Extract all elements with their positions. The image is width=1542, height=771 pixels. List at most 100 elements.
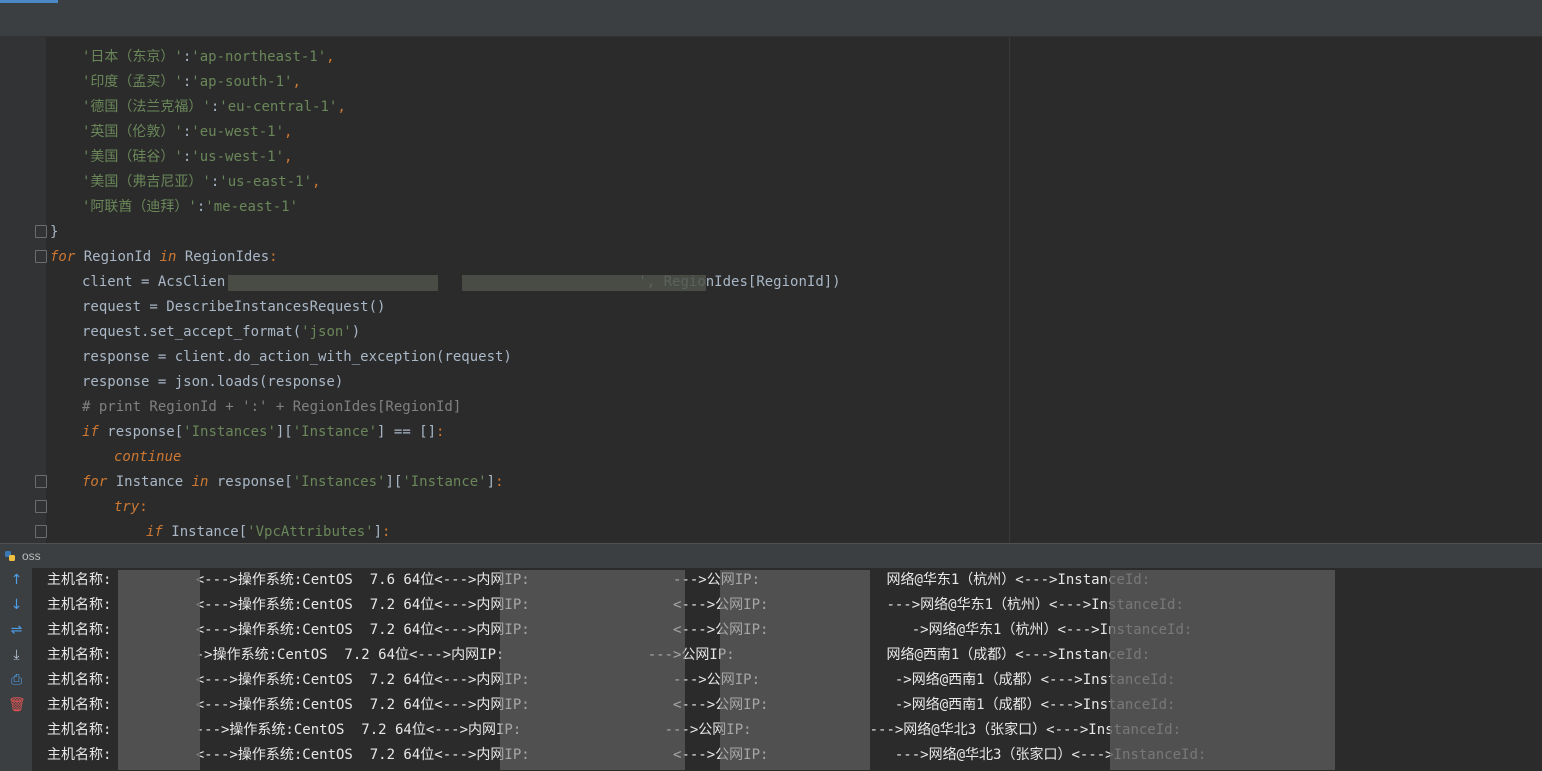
redaction-block bbox=[118, 570, 200, 770]
code-editor[interactable]: '日本（东京）':'ap-northeast-1', '印度（孟买）':'ap-s… bbox=[0, 37, 1542, 543]
code-token: , bbox=[292, 74, 301, 90]
code-line: request.set_accept_format('json') bbox=[82, 320, 360, 345]
code-line: '日本（东京）':'ap-northeast-1', bbox=[82, 45, 335, 70]
code-token: , bbox=[337, 99, 346, 115]
code-token: Instance[ bbox=[162, 524, 248, 540]
fold-marker[interactable] bbox=[35, 225, 47, 238]
code-line: request = DescribeInstancesRequest() bbox=[82, 295, 385, 320]
code-line: '德国（法兰克福）':'eu-central-1', bbox=[82, 95, 346, 120]
code-token: try bbox=[114, 499, 140, 515]
code-token: RegionId bbox=[75, 249, 160, 265]
code-token: , bbox=[284, 124, 293, 140]
code-token: if bbox=[82, 424, 99, 440]
code-line: if response['Instances']['Instance'] == … bbox=[82, 420, 444, 445]
fold-marker[interactable] bbox=[35, 250, 47, 263]
code-line: } bbox=[50, 220, 58, 245]
code-token: : bbox=[436, 424, 445, 440]
fold-marker[interactable] bbox=[35, 525, 47, 538]
run-console-header: oss bbox=[0, 543, 1542, 568]
code-token: 'ap-south-1' bbox=[191, 74, 293, 90]
code-line: '印度（孟买）':'ap-south-1', bbox=[82, 70, 301, 95]
code-token: '英国（伦敦）' bbox=[82, 124, 183, 140]
run-config-name[interactable]: oss bbox=[22, 549, 41, 563]
code-line: # print RegionId + ':' + RegionIdes[Regi… bbox=[82, 395, 461, 420]
code-token: 'us-east-1' bbox=[219, 174, 313, 190]
code-line: '美国（弗吉尼亚）':'us-east-1', bbox=[82, 170, 320, 195]
code-token: '阿联酋（迪拜）' bbox=[82, 199, 197, 215]
code-token: 'json' bbox=[301, 324, 352, 340]
code-line: '英国（伦敦）':'eu-west-1', bbox=[82, 120, 292, 145]
code-line: try: bbox=[114, 495, 148, 520]
code-token: : bbox=[495, 474, 504, 490]
code-token: RegionIdes bbox=[176, 249, 270, 265]
down-arrow-icon[interactable]: ↓ bbox=[8, 597, 25, 614]
code-token: response[ bbox=[98, 424, 184, 440]
code-line: continue bbox=[114, 445, 181, 470]
code-token: for bbox=[82, 474, 108, 490]
code-token: '德国（法兰克福）' bbox=[82, 99, 211, 115]
trash-icon[interactable]: 🗑 bbox=[8, 697, 26, 714]
redaction-block bbox=[500, 570, 685, 770]
code-token: 'Instances' bbox=[292, 474, 386, 490]
right-margin-guide bbox=[1009, 37, 1010, 543]
code-token: 'Instances' bbox=[183, 424, 276, 440]
fold-marker[interactable] bbox=[35, 500, 47, 513]
console-toolbar: ↑ ↓ ⇌ ⤓ ⎙ 🗑 bbox=[0, 568, 32, 771]
code-token: 'me-east-1' bbox=[205, 199, 299, 215]
redacted-secret-key bbox=[462, 275, 706, 291]
code-token: , bbox=[312, 174, 321, 190]
code-token: '印度（孟买）' bbox=[82, 74, 183, 90]
redaction-block bbox=[720, 570, 870, 770]
code-line: '美国（硅谷）':'us-west-1', bbox=[82, 145, 292, 170]
code-token: in bbox=[191, 474, 209, 490]
code-token: } bbox=[50, 224, 59, 240]
code-token: 'eu-central-1' bbox=[219, 99, 338, 115]
code-token: 'us-west-1' bbox=[191, 149, 285, 165]
code-line: response = json.loads(response) bbox=[82, 370, 343, 395]
run-console[interactable]: ↑ ↓ ⇌ ⤓ ⎙ 🗑 主机名称: <--->操作系统:CentOS 7.6 6… bbox=[0, 568, 1542, 771]
code-token: continue bbox=[114, 449, 182, 465]
code-line: for RegionId in RegionIdes: bbox=[50, 245, 278, 270]
code-token: ][ bbox=[275, 424, 293, 440]
code-token: response[ bbox=[208, 474, 293, 490]
fold-marker[interactable] bbox=[35, 475, 47, 488]
python-icon bbox=[5, 551, 15, 561]
code-token: '美国（弗吉尼亚）' bbox=[82, 174, 211, 190]
print-icon[interactable]: ⎙ bbox=[8, 672, 25, 689]
code-token: ][ bbox=[385, 474, 403, 490]
soft-wrap-icon[interactable]: ⇌ bbox=[8, 622, 25, 639]
code-line: if Instance['VpcAttributes']: bbox=[146, 520, 390, 543]
code-line: for Instance in response['Instances']['I… bbox=[82, 470, 504, 495]
code-token: ] bbox=[486, 474, 496, 490]
redaction-block bbox=[1110, 570, 1335, 770]
code-token: for bbox=[50, 249, 76, 265]
code-token: ] == [] bbox=[377, 424, 437, 440]
code-token: : bbox=[139, 499, 148, 515]
code-token: response = client.do_action_with_excepti… bbox=[82, 349, 512, 365]
code-token: in bbox=[159, 249, 177, 265]
code-token: ] bbox=[373, 524, 383, 540]
code-token: ) bbox=[351, 324, 361, 340]
code-token: 'Instance' bbox=[402, 474, 487, 490]
code-token: 'VpcAttributes' bbox=[247, 524, 374, 540]
code-line: '阿联酋（迪拜）':'me-east-1' bbox=[82, 195, 298, 220]
code-token: : bbox=[382, 524, 391, 540]
up-arrow-icon[interactable]: ↑ bbox=[8, 572, 25, 589]
code-token: 'ap-northeast-1' bbox=[191, 49, 327, 65]
code-token: request = DescribeInstancesRequest() bbox=[82, 299, 386, 315]
code-token: if bbox=[146, 524, 163, 540]
editor-gutter bbox=[0, 37, 46, 543]
code-token: # print RegionId + ':' + RegionIdes[Regi… bbox=[82, 399, 462, 415]
code-token: response = json.loads(response) bbox=[82, 374, 344, 390]
code-token: '日本（东京）' bbox=[82, 49, 183, 65]
code-token: , bbox=[284, 149, 293, 165]
editor-tab-bar bbox=[0, 0, 1542, 37]
code-token: : bbox=[269, 249, 278, 265]
code-line: response = client.do_action_with_excepti… bbox=[82, 345, 512, 370]
redacted-access-key bbox=[228, 275, 438, 291]
scroll-to-end-icon[interactable]: ⤓ bbox=[8, 647, 25, 664]
code-token: 'Instance' bbox=[292, 424, 378, 440]
code-token: Instance bbox=[107, 474, 192, 490]
active-tab-indicator[interactable] bbox=[0, 0, 58, 3]
code-token: , bbox=[326, 49, 335, 65]
